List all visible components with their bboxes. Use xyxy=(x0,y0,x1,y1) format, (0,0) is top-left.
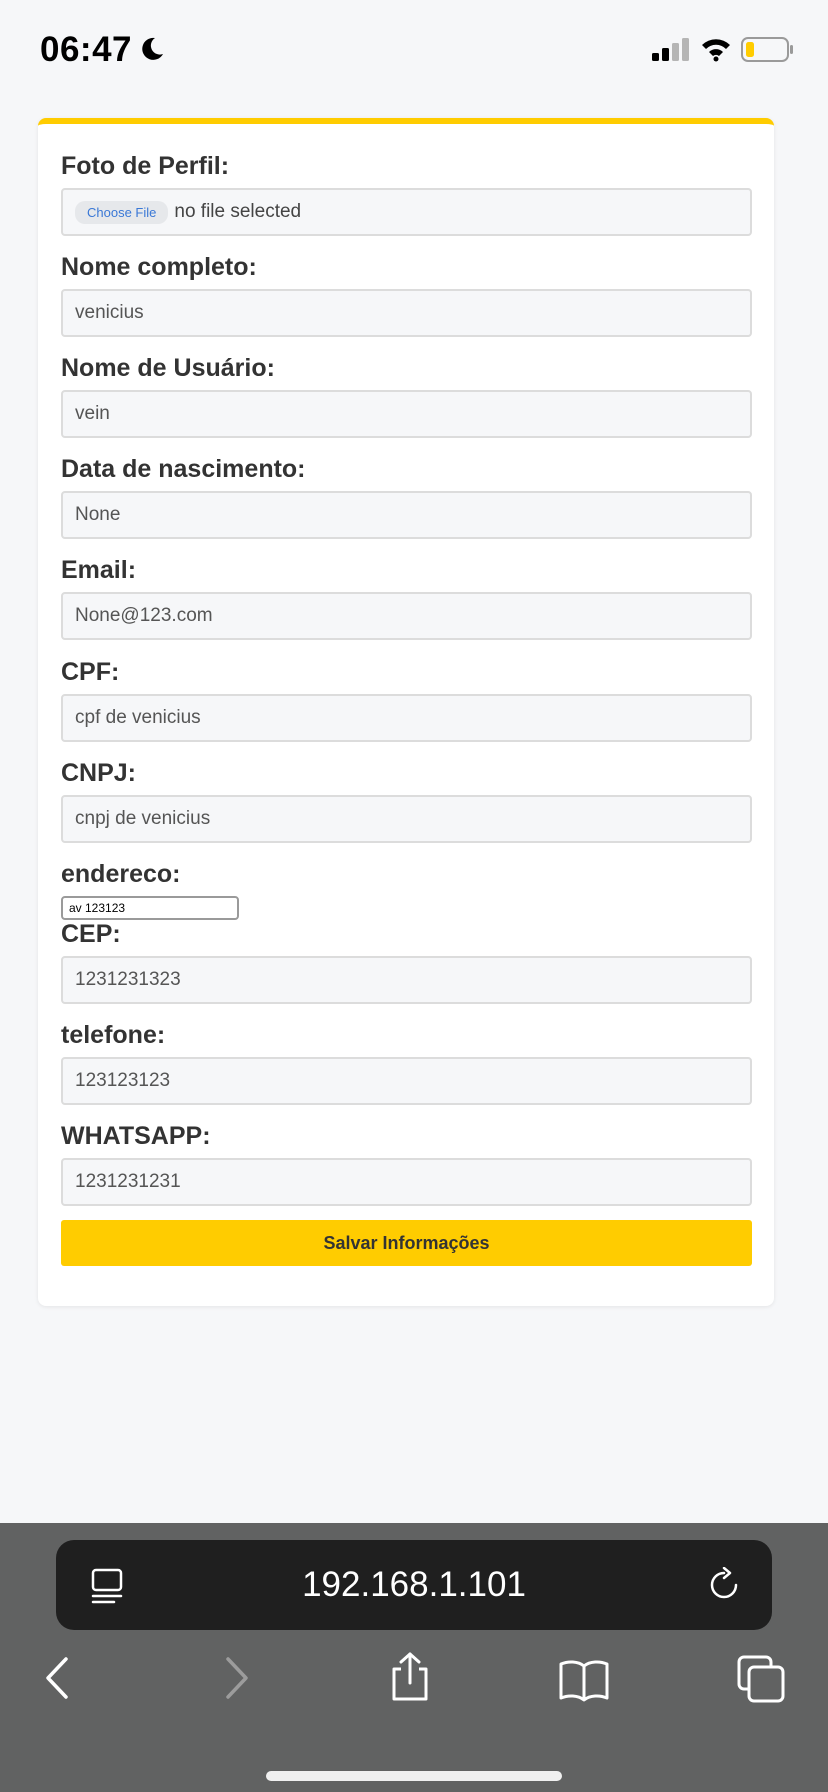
tabs-icon[interactable] xyxy=(736,1654,786,1709)
save-button[interactable]: Salvar Informações xyxy=(61,1220,752,1266)
bookmarks-icon[interactable] xyxy=(558,1658,610,1707)
address-input[interactable]: av 123123 xyxy=(61,896,239,920)
battery-icon xyxy=(741,37,795,68)
username-input[interactable]: vein xyxy=(61,390,752,438)
whatsapp-input[interactable]: 1231231231 xyxy=(61,1158,752,1206)
address-bar[interactable]: 192.168.1.101 xyxy=(56,1540,772,1630)
cnpj-label: CNPJ: xyxy=(61,759,137,787)
phone-input[interactable]: 123123123 xyxy=(61,1057,752,1105)
birth-date-label: Data de nascimento: xyxy=(61,455,306,483)
phone-label: telefone: xyxy=(61,1021,166,1049)
url-text: 192.168.1.101 xyxy=(302,1565,526,1604)
share-icon[interactable] xyxy=(388,1651,432,1708)
username-label: Nome de Usuário: xyxy=(61,354,275,382)
wifi-icon xyxy=(700,36,732,67)
full-name-label: Nome completo: xyxy=(61,253,257,281)
status-bar: 06:47 xyxy=(0,0,828,100)
email-input[interactable]: None@123.com xyxy=(61,592,752,640)
browser-toolbar: 192.168.1.101 xyxy=(0,1523,828,1792)
birth-date-input[interactable]: None xyxy=(61,491,752,539)
reload-icon[interactable] xyxy=(706,1566,742,1608)
cpf-label: CPF: xyxy=(61,658,120,686)
profile-photo-label: Foto de Perfil: xyxy=(61,152,230,180)
full-name-input[interactable]: venicius xyxy=(61,289,752,337)
choose-file-button[interactable]: Choose File xyxy=(75,200,169,224)
signal-icon xyxy=(652,38,692,67)
whatsapp-label: WHATSAPP: xyxy=(61,1122,211,1150)
forward-icon[interactable] xyxy=(224,1656,250,1705)
email-label: Email: xyxy=(61,556,137,584)
status-time: 06:47 xyxy=(40,30,133,69)
profile-form-card: Foto de Perfil: Choose File no file sele… xyxy=(38,118,774,1306)
profile-photo-file-input[interactable]: Choose File no file selected xyxy=(61,188,752,236)
cep-label: CEP: xyxy=(61,920,121,948)
home-indicator[interactable] xyxy=(266,1771,562,1781)
cpf-input[interactable]: cpf de venicius xyxy=(61,694,752,742)
cep-input[interactable]: 1231231323 xyxy=(61,956,752,1004)
cnpj-input[interactable]: cnpj de venicius xyxy=(61,795,752,843)
moon-icon xyxy=(138,35,166,68)
address-label: endereco: xyxy=(61,860,181,888)
back-icon[interactable] xyxy=(44,1656,70,1705)
file-status-text: no file selected xyxy=(174,201,302,222)
